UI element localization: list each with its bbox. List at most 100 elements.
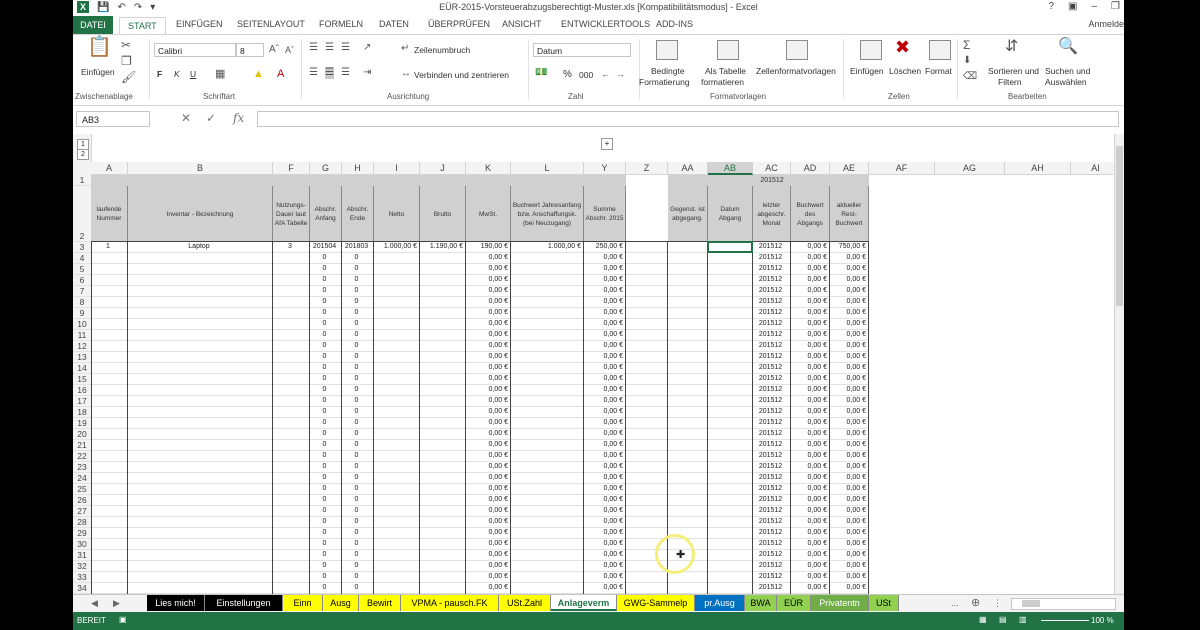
cancel-icon[interactable]: ✕	[181, 111, 191, 125]
cell-h31[interactable]: 0	[342, 551, 371, 558]
cell-y26[interactable]: 0,00 €	[584, 496, 623, 503]
cell-k19[interactable]: 0,00 €	[466, 419, 508, 426]
header-cell-a[interactable]: laufende Nummer	[91, 186, 128, 242]
cell-g5[interactable]: 0	[310, 265, 339, 272]
sort-filter-line1[interactable]: Sortieren und	[988, 66, 1039, 76]
cell-h18[interactable]: 0	[342, 408, 371, 415]
cut-icon[interactable]: ✂	[121, 39, 131, 51]
cell-h17[interactable]: 0	[342, 397, 371, 404]
sheet-tab-ausg[interactable]: Ausg	[323, 595, 359, 611]
cell-g6[interactable]: 0	[310, 276, 339, 283]
cell-h10[interactable]: 0	[342, 320, 371, 327]
normal-view-icon[interactable]: ▦	[979, 615, 987, 624]
cell-k5[interactable]: 0,00 €	[466, 265, 508, 272]
cell-k21[interactable]: 0,00 €	[466, 441, 508, 448]
row-header[interactable]: 2	[73, 186, 91, 242]
cell-h26[interactable]: 0	[342, 496, 371, 503]
cell-ac28[interactable]: 201512	[753, 518, 788, 525]
row-header[interactable]: 19	[73, 418, 91, 429]
cell-k11[interactable]: 0,00 €	[466, 331, 508, 338]
formula-input[interactable]	[257, 111, 1119, 127]
cell-ae27[interactable]: 0,00 €	[830, 507, 866, 514]
cell-ae23[interactable]: 0,00 €	[830, 463, 866, 470]
cell-ae9[interactable]: 0,00 €	[830, 309, 866, 316]
cell-k7[interactable]: 0,00 €	[466, 287, 508, 294]
selected-cell-ab3[interactable]	[707, 241, 753, 253]
row-header[interactable]: 1	[73, 175, 91, 186]
cell-g21[interactable]: 0	[310, 441, 339, 448]
column-header-y[interactable]: Y	[584, 162, 626, 175]
insert-function-button[interactable]: fx	[233, 111, 244, 125]
cell-y13[interactable]: 0,00 €	[584, 353, 623, 360]
minimize-icon[interactable]: –	[1091, 1, 1097, 12]
cell-y16[interactable]: 0,00 €	[584, 386, 623, 393]
cell-k4[interactable]: 0,00 €	[466, 254, 508, 261]
cell-k8[interactable]: 0,00 €	[466, 298, 508, 305]
header-cell-g[interactable]: Abschr. Anfang	[310, 186, 342, 242]
name-box[interactable]: AB3	[76, 111, 150, 127]
cell-h5[interactable]: 0	[342, 265, 371, 272]
tab-ansicht[interactable]: ANSICHT	[502, 19, 542, 29]
cell-ad32[interactable]: 0,00 €	[791, 562, 827, 569]
cell-y3[interactable]: 250,00 €	[584, 243, 623, 250]
cell-y29[interactable]: 0,00 €	[584, 529, 623, 536]
cell-ac34[interactable]: 201512	[753, 584, 788, 591]
page-break-view-icon[interactable]: ▥	[1019, 615, 1027, 624]
cell-h19[interactable]: 0	[342, 419, 371, 426]
split-handle-icon[interactable]: ⋮	[993, 598, 1002, 609]
cell-ad7[interactable]: 0,00 €	[791, 287, 827, 294]
cell-g27[interactable]: 0	[310, 507, 339, 514]
cell-g22[interactable]: 0	[310, 452, 339, 459]
cell-k30[interactable]: 0,00 €	[466, 540, 508, 547]
tab-einfuegen[interactable]: EINFÜGEN	[176, 19, 223, 29]
cell-f3[interactable]: 3	[273, 243, 307, 250]
sheet-tab-bwa[interactable]: BWA	[745, 595, 777, 611]
enter-icon[interactable]: ✓	[206, 111, 216, 125]
cell-ac20[interactable]: 201512	[753, 430, 788, 437]
cell-y15[interactable]: 0,00 €	[584, 375, 623, 382]
column-header-a[interactable]: A	[91, 162, 128, 175]
cell-g29[interactable]: 0	[310, 529, 339, 536]
copy-icon[interactable]: ❐	[121, 55, 132, 67]
font-size-select[interactable]: 8	[236, 43, 264, 57]
cell-ac13[interactable]: 201512	[753, 353, 788, 360]
cell-k9[interactable]: 0,00 €	[466, 309, 508, 316]
cell-g33[interactable]: 0	[310, 573, 339, 580]
cell-ac4[interactable]: 201512	[753, 254, 788, 261]
cell-ad29[interactable]: 0,00 €	[791, 529, 827, 536]
cell-h6[interactable]: 0	[342, 276, 371, 283]
cell-k17[interactable]: 0,00 €	[466, 397, 508, 404]
row-header[interactable]: 30	[73, 539, 91, 550]
cell-h20[interactable]: 0	[342, 430, 371, 437]
decrease-decimal-icon[interactable]: →	[616, 68, 625, 80]
sheet-tab-einstellungen[interactable]: Einstellungen	[205, 595, 283, 611]
restore-icon[interactable]: ❐	[1111, 1, 1120, 12]
cell-ae11[interactable]: 0,00 €	[830, 331, 866, 338]
bold-button[interactable]: F	[157, 69, 162, 79]
cell-ac26[interactable]: 201512	[753, 496, 788, 503]
cell-ac19[interactable]: 201512	[753, 419, 788, 426]
column-header-aa[interactable]: AA	[668, 162, 708, 175]
cell-g7[interactable]: 0	[310, 287, 339, 294]
cell-g16[interactable]: 0	[310, 386, 339, 393]
column-header-b[interactable]: B	[128, 162, 273, 175]
format-cells-icon[interactable]	[929, 40, 951, 60]
column-header-i[interactable]: I	[374, 162, 420, 175]
cell-k3[interactable]: 190,00 €	[466, 243, 508, 250]
cell-ad26[interactable]: 0,00 €	[791, 496, 827, 503]
column-group-expand-button[interactable]: +	[601, 138, 613, 150]
format-as-table-line1[interactable]: Als Tabelle	[705, 66, 746, 76]
column-header-k[interactable]: K	[466, 162, 511, 175]
cell-ad10[interactable]: 0,00 €	[791, 320, 827, 327]
cell-y31[interactable]: 0,00 €	[584, 551, 623, 558]
row-header[interactable]: 8	[73, 297, 91, 308]
cell-ae25[interactable]: 0,00 €	[830, 485, 866, 492]
conditional-formatting-line2[interactable]: Formatierung	[639, 77, 690, 87]
tab-formeln[interactable]: FORMELN	[319, 19, 363, 29]
cell-ae14[interactable]: 0,00 €	[830, 364, 866, 371]
header-cell-f[interactable]: Nutzungs-Dauer laut AfA Tabelle	[273, 186, 310, 242]
cell-h30[interactable]: 0	[342, 540, 371, 547]
italic-button[interactable]: K	[174, 69, 180, 79]
cell-ac24[interactable]: 201512	[753, 474, 788, 481]
page-layout-view-icon[interactable]: ▤	[999, 615, 1007, 624]
